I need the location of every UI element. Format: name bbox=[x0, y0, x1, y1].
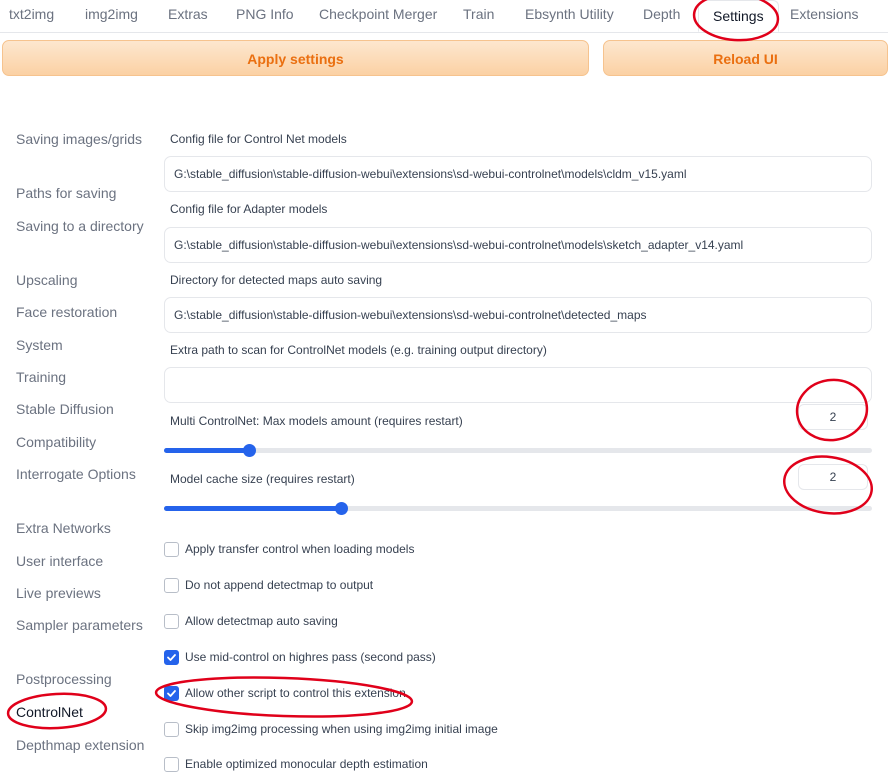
checkbox-label: Allow detectmap auto saving bbox=[185, 614, 338, 628]
checkbox-label: Do not append detectmap to output bbox=[185, 578, 374, 592]
max-models-label: Multi ControlNet: Max models amount (req… bbox=[170, 414, 463, 428]
sidebar-item-stable-diffusion[interactable]: Stable Diffusion bbox=[16, 398, 151, 431]
cache-size-slider-thumb[interactable] bbox=[335, 502, 348, 515]
checkbox-box[interactable] bbox=[164, 614, 179, 629]
checkmark-icon bbox=[167, 654, 176, 661]
checkbox-box[interactable] bbox=[164, 650, 179, 665]
max-models-slider-fill bbox=[164, 448, 249, 453]
max-models-slider[interactable] bbox=[164, 444, 872, 457]
config-controlnet-label: Config file for Control Net models bbox=[170, 132, 347, 146]
detected-dir-input[interactable]: G:\stable_diffusion\stable-diffusion-web… bbox=[164, 297, 872, 333]
max-models-slider-thumb[interactable] bbox=[242, 444, 256, 457]
sidebar-item-user-interface[interactable]: User interface bbox=[16, 550, 151, 582]
checkbox-box[interactable] bbox=[164, 686, 179, 701]
sidebar-item-saving-images-grids[interactable]: Saving images/grids bbox=[16, 128, 151, 182]
tab-settings[interactable]: Settings bbox=[698, 0, 779, 32]
extra-path-input[interactable] bbox=[164, 367, 872, 403]
cache-size-slider[interactable] bbox=[164, 502, 872, 515]
cache-size-label: Model cache size (requires restart) bbox=[170, 472, 355, 486]
checkbox-label: Apply transfer control when loading mode… bbox=[185, 542, 415, 556]
tab-checkpoint-merger[interactable]: Checkpoint Merger bbox=[319, 6, 437, 22]
checkbox-label: Use mid-control on highres pass (second … bbox=[185, 650, 436, 664]
sidebar-item-saving-to-a-directory[interactable]: Saving to a directory bbox=[16, 215, 151, 269]
checkbox-box[interactable] bbox=[164, 542, 179, 557]
reload-ui-button[interactable]: Reload UI bbox=[603, 40, 888, 76]
sidebar-item-live-previews[interactable]: Live previews bbox=[16, 582, 151, 614]
checkbox-label: Skip img2img processing when using img2i… bbox=[185, 722, 498, 736]
sidebar-item-face-restoration[interactable]: Face restoration bbox=[16, 301, 151, 334]
checkbox-label: Allow other script to control this exten… bbox=[185, 686, 406, 700]
tab-txt2img[interactable]: txt2img bbox=[9, 6, 54, 22]
apply-settings-button[interactable]: Apply settings bbox=[2, 40, 589, 76]
checkmark-icon bbox=[167, 690, 176, 697]
settings-sidebar: Saving images/grids Paths for saving Sav… bbox=[16, 128, 151, 778]
sidebar-item-interrogate-options[interactable]: Interrogate Options bbox=[16, 463, 151, 517]
tab-img2img[interactable]: img2img bbox=[85, 6, 138, 22]
sidebar-item-sampler-parameters[interactable]: Sampler parameters bbox=[16, 614, 151, 668]
tab-png-info[interactable]: PNG Info bbox=[236, 6, 294, 22]
sidebar-item-training[interactable]: Training bbox=[16, 366, 151, 398]
max-models-number-input[interactable]: 2 bbox=[798, 404, 868, 430]
config-controlnet-input[interactable]: G:\stable_diffusion\stable-diffusion-web… bbox=[164, 156, 872, 192]
tab-train[interactable]: Train bbox=[463, 6, 494, 22]
sidebar-item-extra-networks[interactable]: Extra Networks bbox=[16, 517, 151, 550]
tab-extras[interactable]: Extras bbox=[168, 6, 208, 22]
sidebar-item-paths-for-saving[interactable]: Paths for saving bbox=[16, 182, 151, 215]
tab-extensions[interactable]: Extensions bbox=[790, 6, 858, 22]
checkbox-box[interactable] bbox=[164, 722, 179, 737]
config-adapter-label: Config file for Adapter models bbox=[170, 202, 328, 216]
cache-size-slider-fill bbox=[164, 506, 341, 511]
sidebar-item-depthmap-extension[interactable]: Depthmap extension bbox=[16, 734, 151, 778]
tab-ebsynth-utility[interactable]: Ebsynth Utility bbox=[525, 6, 614, 22]
tab-bar: txt2img img2img Extras PNG Info Checkpoi… bbox=[0, 0, 888, 33]
detected-dir-label: Directory for detected maps auto saving bbox=[170, 273, 383, 287]
sidebar-item-postprocessing[interactable]: Postprocessing bbox=[16, 668, 151, 701]
sidebar-item-controlnet[interactable]: ControlNet bbox=[16, 701, 151, 734]
extra-path-label: Extra path to scan for ControlNet models… bbox=[170, 343, 547, 357]
sidebar-item-upscaling[interactable]: Upscaling bbox=[16, 269, 151, 301]
sidebar-item-system[interactable]: System bbox=[16, 334, 151, 366]
config-adapter-input[interactable]: G:\stable_diffusion\stable-diffusion-web… bbox=[164, 227, 872, 263]
checkbox-label: Enable optimized monocular depth estimat… bbox=[185, 757, 428, 771]
tab-depth[interactable]: Depth bbox=[643, 6, 680, 22]
sidebar-item-compatibility[interactable]: Compatibility bbox=[16, 431, 151, 463]
checkbox-box[interactable] bbox=[164, 578, 179, 593]
cache-size-number-input[interactable]: 2 bbox=[798, 464, 868, 490]
